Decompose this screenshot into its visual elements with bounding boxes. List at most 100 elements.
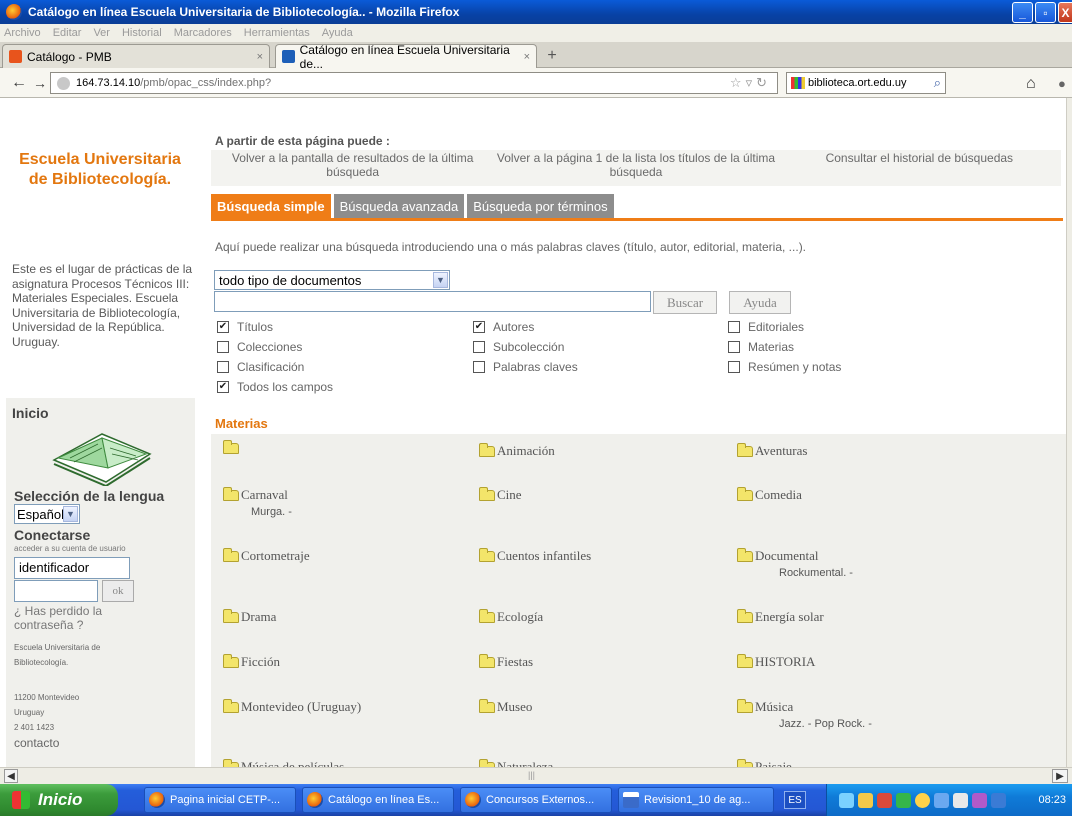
checkbox-subcoleccion[interactable] xyxy=(473,341,485,353)
forgot-password-link[interactable]: ¿ Has perdido la contraseña ? xyxy=(14,604,134,632)
materia-item[interactable]: Fiestas xyxy=(479,653,533,670)
materia-subitems[interactable]: Rockumental. - xyxy=(779,567,853,579)
materia-subitems[interactable]: Murga. - xyxy=(251,506,292,518)
antivirus-icon[interactable] xyxy=(972,792,987,808)
chevron-down-icon[interactable]: ▼ xyxy=(63,506,78,522)
back-arrow-icon[interactable]: ← xyxy=(6,72,32,94)
password-input[interactable] xyxy=(14,580,98,602)
taskbar-item[interactable]: Revision1_10 de ag... xyxy=(618,787,774,813)
close-tab-icon[interactable]: × xyxy=(524,51,530,63)
option-resumen-notas[interactable]: Resúmen y notas xyxy=(728,359,841,375)
materia-item[interactable] xyxy=(223,440,241,454)
menu-archivo[interactable]: Archivo xyxy=(4,27,41,39)
browser-tab-catalogo-en-linea[interactable]: Catálogo en línea Escuela Universitaria … xyxy=(275,43,537,71)
system-clock[interactable]: 08:23 xyxy=(1038,794,1066,806)
materia-subitems[interactable]: Jazz. - Pop Rock. - xyxy=(779,718,872,730)
search-button[interactable]: Buscar xyxy=(653,291,717,314)
tab-busqueda-terminos[interactable]: Búsqueda por términos xyxy=(467,194,614,218)
option-materias[interactable]: Materias xyxy=(728,339,794,355)
option-palabras-claves[interactable]: Palabras claves xyxy=(473,359,578,375)
username-input[interactable]: identificador xyxy=(14,557,130,579)
scroll-right-icon[interactable]: ▶ xyxy=(1052,769,1068,783)
back-to-page-one-link[interactable]: Volver a la página 1 de la lista los tít… xyxy=(494,150,777,186)
checkbox-clasificacion[interactable] xyxy=(217,361,229,373)
materia-item[interactable]: Cortometraje xyxy=(223,547,310,564)
checkbox-colecciones[interactable] xyxy=(217,341,229,353)
forward-arrow-icon[interactable]: → xyxy=(32,72,48,94)
option-clasificacion[interactable]: Clasificación xyxy=(217,359,304,375)
option-todos-campos[interactable]: ✔ Todos los campos xyxy=(217,379,333,395)
contact-link[interactable]: contacto xyxy=(14,736,59,750)
materia-item[interactable]: Ecología xyxy=(479,608,543,625)
chevron-down-icon[interactable]: ▼ xyxy=(433,272,448,288)
materia-item[interactable]: Ficción xyxy=(223,653,280,670)
materia-item[interactable]: Carnaval xyxy=(223,486,288,503)
checkbox-editoriales[interactable] xyxy=(728,321,740,333)
volume-icon[interactable] xyxy=(953,792,968,808)
tray-app-icon[interactable] xyxy=(991,792,1006,808)
search-engine-icon[interactable] xyxy=(791,77,805,89)
start-button[interactable]: Inicio xyxy=(0,784,118,816)
checkbox-resumen-notas[interactable] xyxy=(728,361,740,373)
site-brand[interactable]: Escuela Universitaria de Bibliotecología… xyxy=(12,150,188,190)
materia-item[interactable]: Cine xyxy=(479,486,522,503)
addon-icon[interactable]: ● xyxy=(1058,76,1066,91)
taskbar-item[interactable]: Catálogo en línea Es... xyxy=(302,787,454,813)
home-icon[interactable]: ⌂ xyxy=(1026,75,1036,93)
open-book-icon[interactable] xyxy=(50,424,154,486)
materia-item[interactable]: Museo xyxy=(479,698,532,715)
taskbar-item[interactable]: Concursos Externos... xyxy=(460,787,612,813)
login-ok-button[interactable]: ok xyxy=(102,580,134,602)
option-colecciones[interactable]: Colecciones xyxy=(217,339,302,355)
maximize-button[interactable]: ▫ xyxy=(1035,2,1056,23)
browser-tab-catalogo-pmb[interactable]: Catálogo - PMB × xyxy=(2,44,270,68)
new-tab-button[interactable]: + xyxy=(541,46,563,66)
menu-herramientas[interactable]: Herramientas xyxy=(244,27,310,39)
materia-item[interactable]: Cuentos infantiles xyxy=(479,547,591,564)
checkbox-materias[interactable] xyxy=(728,341,740,353)
checkbox-titulos[interactable]: ✔ xyxy=(217,321,229,333)
close-tab-icon[interactable]: × xyxy=(257,51,263,63)
option-subcoleccion[interactable]: Subcolección xyxy=(473,339,564,355)
materia-item[interactable]: Animación xyxy=(479,442,555,459)
materia-item[interactable]: Comedia xyxy=(737,486,802,503)
vertical-scrollbar[interactable] xyxy=(1066,98,1072,767)
materia-item[interactable]: HISTORIA xyxy=(737,653,815,670)
tray-app-icon[interactable] xyxy=(896,792,911,808)
materia-item[interactable]: Montevideo (Uruguay) xyxy=(223,698,361,715)
materia-item[interactable]: Paisaje xyxy=(737,758,792,767)
tab-busqueda-simple[interactable]: Búsqueda simple xyxy=(211,194,331,218)
help-button[interactable]: Ayuda xyxy=(729,291,791,314)
scroll-left-icon[interactable]: ◀ xyxy=(4,769,18,783)
site-identity-icon[interactable] xyxy=(57,76,70,90)
menu-historial[interactable]: Historial xyxy=(122,27,162,39)
messenger-icon[interactable] xyxy=(915,792,930,808)
url-bar[interactable]: 164.73.14.10 /pmb/opac_css/index.php? ☆▿… xyxy=(50,72,778,94)
search-bar[interactable]: biblioteca.ort.edu.uy ⌕ xyxy=(786,72,946,94)
option-titulos[interactable]: ✔ Títulos xyxy=(217,319,273,335)
checkbox-palabras-claves[interactable] xyxy=(473,361,485,373)
materia-item[interactable]: Aventuras xyxy=(737,442,807,459)
close-button[interactable]: X xyxy=(1058,2,1072,23)
bookmark-star-icon[interactable]: ☆▿↻ xyxy=(730,75,771,91)
tab-busqueda-avanzada[interactable]: Búsqueda avanzada xyxy=(333,194,465,218)
network-icon[interactable] xyxy=(839,792,854,808)
tray-app-icon[interactable] xyxy=(934,792,949,808)
checkbox-autores[interactable]: ✔ xyxy=(473,321,485,333)
materia-item[interactable]: Documental xyxy=(737,547,819,564)
home-link[interactable]: Inicio xyxy=(12,405,49,421)
search-input[interactable] xyxy=(214,291,651,312)
language-select[interactable]: Español ▼ xyxy=(14,504,80,524)
back-to-results-link[interactable]: Volver a la pantalla de resultados de la… xyxy=(211,150,494,186)
tray-app-icon[interactable] xyxy=(858,792,873,808)
horizontal-scrollbar[interactable]: ◀ ||| ▶ xyxy=(0,767,1072,784)
minimize-button[interactable]: _ xyxy=(1012,2,1033,23)
menu-marcadores[interactable]: Marcadores xyxy=(174,27,232,39)
menu-ver[interactable]: Ver xyxy=(93,27,110,39)
materia-item[interactable]: Naturaleza xyxy=(479,758,553,767)
option-editoriales[interactable]: Editoriales xyxy=(728,319,804,335)
tray-app-icon[interactable] xyxy=(877,792,892,808)
menu-editar[interactable]: Editar xyxy=(53,27,82,39)
materia-item[interactable]: Música xyxy=(737,698,793,715)
materia-item[interactable]: Música de películas xyxy=(223,758,344,767)
